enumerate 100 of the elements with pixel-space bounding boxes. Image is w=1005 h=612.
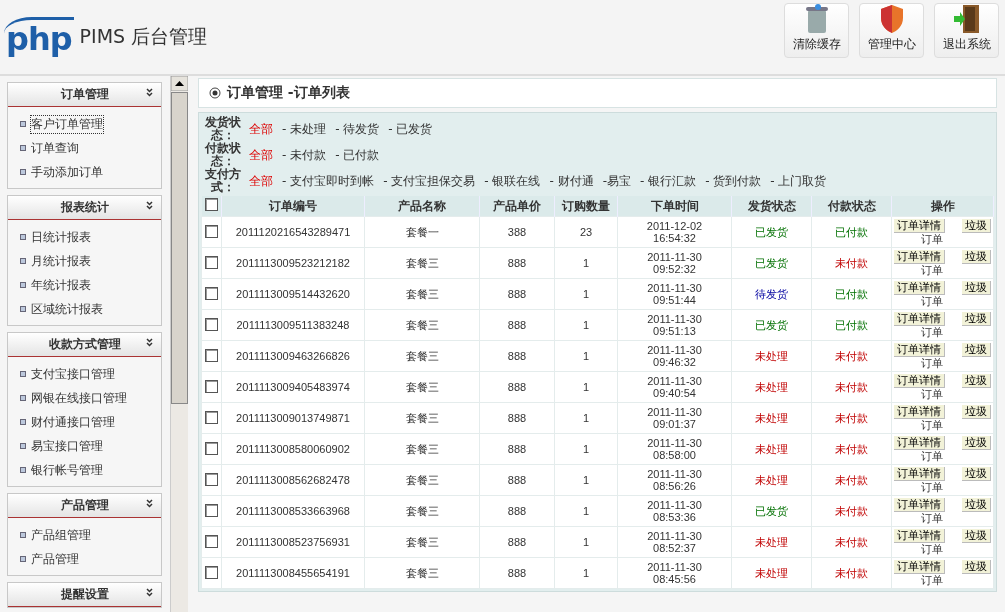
row-checkbox[interactable] bbox=[205, 224, 218, 238]
scroll-thumb[interactable] bbox=[171, 92, 188, 404]
details-button[interactable]: 订单详情 bbox=[894, 497, 945, 512]
details-button[interactable]: 订单详情 bbox=[894, 528, 945, 543]
menu-link[interactable]: 年统计报表 bbox=[31, 276, 91, 294]
row-checkbox[interactable] bbox=[205, 379, 218, 393]
menu-link[interactable]: 订单查询 bbox=[31, 139, 79, 157]
details-button[interactable]: 订单详情 bbox=[894, 559, 945, 574]
order-link[interactable]: 订单 bbox=[894, 542, 945, 556]
filter-link[interactable]: - 未付款 bbox=[282, 146, 327, 164]
order-link[interactable]: 订单 bbox=[894, 325, 945, 339]
menu-link[interactable]: 银行帐号管理 bbox=[31, 461, 103, 479]
order-link[interactable]: 订单 bbox=[894, 449, 945, 463]
menu-link[interactable]: 支付宝接口管理 bbox=[31, 365, 115, 383]
row-checkbox[interactable] bbox=[205, 534, 218, 548]
filter-link[interactable]: - 待发货 bbox=[335, 120, 380, 138]
details-button[interactable]: 订单详情 bbox=[894, 249, 945, 264]
row-checkbox[interactable] bbox=[205, 286, 218, 300]
menu-panel-header[interactable]: 产品管理 bbox=[8, 494, 161, 518]
order-link[interactable]: 订单 bbox=[894, 418, 945, 432]
row-checkbox[interactable] bbox=[205, 348, 218, 362]
trash-button[interactable]: 垃圾 bbox=[962, 466, 991, 481]
trash-button[interactable]: 垃圾 bbox=[962, 373, 991, 388]
double-chevron-icon[interactable] bbox=[146, 201, 153, 210]
trash-button[interactable]: 垃圾 bbox=[962, 559, 991, 574]
filter-link[interactable]: - 银联在线 bbox=[484, 172, 541, 190]
order-link[interactable]: 订单 bbox=[894, 480, 945, 494]
order-link[interactable]: 订单 bbox=[894, 356, 945, 370]
details-button[interactable]: 订单详情 bbox=[894, 404, 945, 419]
row-checkbox[interactable] bbox=[205, 255, 218, 269]
trash-button[interactable]: 垃圾 bbox=[962, 311, 991, 326]
menu-link[interactable]: 日统计报表 bbox=[31, 228, 91, 246]
row-checkbox[interactable] bbox=[205, 441, 218, 455]
details-button[interactable]: 订单详情 bbox=[894, 466, 945, 481]
scroll-up-arrow-icon[interactable] bbox=[171, 76, 188, 91]
quantity: 1 bbox=[582, 257, 590, 269]
product-name: 套餐三 bbox=[405, 381, 439, 393]
menu-link[interactable]: 客户订单管理 bbox=[31, 115, 103, 133]
row-checkbox[interactable] bbox=[205, 410, 218, 424]
filter-link[interactable]: 全部 bbox=[249, 172, 273, 190]
trash-button[interactable]: 垃圾 bbox=[962, 280, 991, 295]
menu-panel-header[interactable]: 收款方式管理 bbox=[8, 333, 161, 357]
select-all-checkbox[interactable] bbox=[204, 198, 218, 211]
scrollbar[interactable] bbox=[170, 76, 188, 612]
filter-link[interactable]: -易宝 bbox=[602, 172, 631, 190]
filter-link[interactable]: - 货到付款 bbox=[705, 172, 762, 190]
filter-link[interactable]: - 支付宝担保交易 bbox=[383, 172, 476, 190]
menu-link[interactable]: 网银在线接口管理 bbox=[31, 389, 127, 407]
trash-button[interactable]: 垃圾 bbox=[962, 249, 991, 264]
details-button[interactable]: 订单详情 bbox=[894, 373, 945, 388]
details-button[interactable]: 订单详情 bbox=[894, 280, 945, 295]
details-button[interactable]: 订单详情 bbox=[894, 218, 945, 233]
menu-link[interactable]: 产品组管理 bbox=[31, 526, 91, 544]
menu-link[interactable]: 产品管理 bbox=[31, 550, 79, 568]
row-checkbox[interactable] bbox=[205, 317, 218, 331]
toolbar-button[interactable]: 管理中心 bbox=[859, 3, 924, 58]
filter-link[interactable]: - 未处理 bbox=[282, 120, 327, 138]
double-chevron-icon[interactable] bbox=[146, 499, 153, 508]
trash-button[interactable]: 垃圾 bbox=[962, 497, 991, 512]
filter-link[interactable]: - 支付宝即时到帐 bbox=[282, 172, 375, 190]
order-link[interactable]: 订单 bbox=[894, 511, 945, 525]
bullet-icon bbox=[20, 169, 26, 175]
product-name: 套餐三 bbox=[405, 257, 439, 269]
filter-link[interactable]: 全部 bbox=[249, 120, 273, 138]
row-checkbox[interactable] bbox=[205, 565, 218, 579]
details-button[interactable]: 订单详情 bbox=[894, 342, 945, 357]
order-link[interactable]: 订单 bbox=[894, 263, 945, 277]
filter-link[interactable]: - 已付款 bbox=[335, 146, 380, 164]
details-button[interactable]: 订单详情 bbox=[894, 311, 945, 326]
menu-link[interactable]: 区域统计报表 bbox=[31, 300, 103, 318]
double-chevron-icon[interactable] bbox=[146, 338, 153, 347]
row-checkbox[interactable] bbox=[205, 472, 218, 486]
filter-link[interactable]: - 财付通 bbox=[549, 172, 594, 190]
order-link[interactable]: 订单 bbox=[894, 387, 945, 401]
menu-panel-header[interactable]: 报表统计 bbox=[8, 196, 161, 220]
filter-link[interactable]: - 已发货 bbox=[388, 120, 433, 138]
toolbar-button[interactable]: 退出系统 bbox=[934, 3, 999, 58]
double-chevron-icon[interactable] bbox=[146, 588, 153, 597]
menu-link[interactable]: 财付通接口管理 bbox=[31, 413, 115, 431]
order-date: 2011-11-30 bbox=[646, 561, 703, 573]
order-link[interactable]: 订单 bbox=[894, 232, 945, 246]
trash-button[interactable]: 垃圾 bbox=[962, 435, 991, 450]
trash-button[interactable]: 垃圾 bbox=[962, 218, 991, 233]
menu-panel-header[interactable]: 提醒设置 bbox=[8, 583, 161, 607]
order-link[interactable]: 订单 bbox=[894, 294, 945, 308]
filter-link[interactable]: 全部 bbox=[249, 146, 273, 164]
menu-link[interactable]: 易宝接口管理 bbox=[31, 437, 103, 455]
toolbar-button[interactable]: 清除缓存 bbox=[784, 3, 849, 58]
details-button[interactable]: 订单详情 bbox=[894, 435, 945, 450]
filter-link[interactable]: - 上门取货 bbox=[770, 172, 827, 190]
trash-button[interactable]: 垃圾 bbox=[962, 404, 991, 419]
filter-link[interactable]: - 银行汇款 bbox=[639, 172, 697, 190]
order-link[interactable]: 订单 bbox=[894, 573, 945, 587]
trash-button[interactable]: 垃圾 bbox=[962, 528, 991, 543]
menu-link[interactable]: 月统计报表 bbox=[31, 252, 91, 270]
row-checkbox[interactable] bbox=[205, 503, 218, 517]
menu-link[interactable]: 手动添加订单 bbox=[31, 163, 103, 181]
double-chevron-icon[interactable] bbox=[146, 88, 153, 97]
trash-button[interactable]: 垃圾 bbox=[962, 342, 991, 357]
menu-panel-header[interactable]: 订单管理 bbox=[8, 83, 161, 107]
